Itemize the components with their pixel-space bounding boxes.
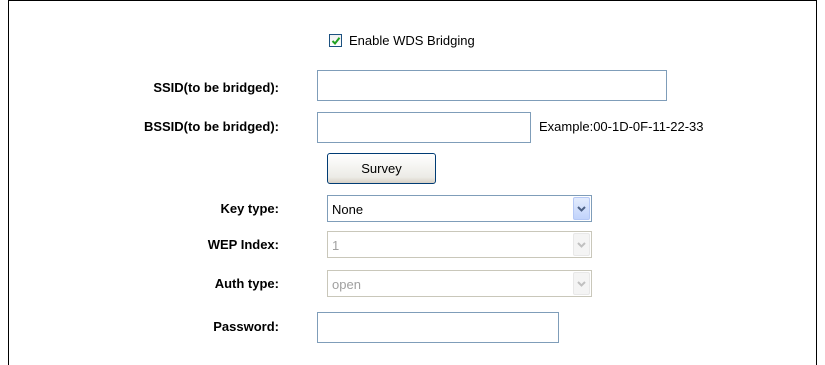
key-type-select[interactable]: None (327, 195, 592, 222)
ssid-label: SSID(to be bridged): (153, 80, 279, 95)
wep-index-value: 1 (332, 238, 340, 253)
auth-type-label: Auth type: (214, 276, 279, 291)
password-label: Password: (213, 319, 279, 334)
wep-index-dropdown-button[interactable] (573, 233, 590, 256)
chevron-down-icon (577, 206, 586, 212)
key-type-label: Key type: (220, 201, 279, 216)
chevron-down-icon (577, 242, 586, 248)
key-type-value: None (332, 202, 364, 217)
wep-index-select[interactable]: 1 (327, 231, 592, 258)
checkmark-icon (331, 37, 341, 46)
password-input[interactable] (317, 312, 559, 343)
auth-type-dropdown-button[interactable] (573, 272, 590, 295)
survey-button[interactable]: Survey (327, 153, 436, 184)
ssid-input[interactable] (317, 70, 667, 101)
wep-index-label: WEP Index: (207, 237, 279, 252)
auth-type-select[interactable]: open (327, 270, 592, 297)
wds-settings-panel: Enable WDS Bridging SSID(to be bridged):… (8, 0, 817, 365)
bssid-input[interactable] (317, 112, 531, 143)
enable-wds-checkbox[interactable] (329, 34, 342, 47)
auth-type-value: open (332, 277, 361, 292)
chevron-down-icon (577, 281, 586, 287)
key-type-dropdown-button[interactable] (573, 197, 590, 220)
enable-wds-label[interactable]: Enable WDS Bridging (349, 33, 475, 48)
bssid-example-text: Example:00-1D-0F-11-22-33 (539, 119, 704, 134)
bssid-label: BSSID(to be bridged): (143, 119, 279, 134)
